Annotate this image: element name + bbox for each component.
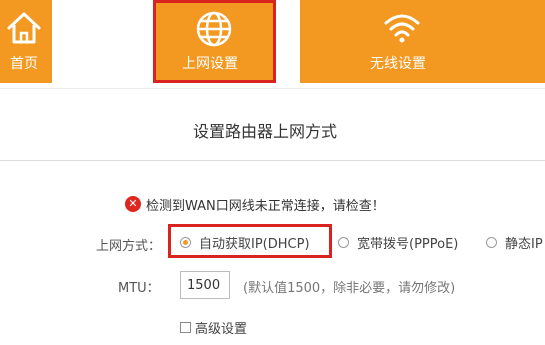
radio-static-ip[interactable]: 静态IP [486, 233, 543, 252]
radio-dhcp-indicator[interactable] [180, 237, 191, 248]
nav-wireless-settings-label: 无线设置 [370, 56, 426, 72]
radio-pppoe-label: 宽带拨号(PPPoE) [357, 237, 459, 252]
nav-internet-settings-label: 上网设置 [182, 56, 238, 72]
radio-pppoe[interactable]: 宽带拨号(PPPoE) [338, 233, 458, 252]
connection-mode-label: 上网方式： [96, 239, 162, 254]
nav-divider [0, 88, 545, 89]
title-divider [0, 160, 545, 161]
nav-internet-settings[interactable]: 上网设置 [153, 0, 276, 83]
radio-static-ip-label: 静态IP [505, 237, 543, 252]
radio-dhcp-label: 自动获取IP(DHCP) [199, 237, 310, 252]
error-text: 检测到WAN口网线未正常连接，请检查！ [146, 198, 385, 214]
globe-icon [196, 11, 232, 47]
wan-error-message: ✕ 检测到WAN口网线未正常连接，请检查！ [125, 194, 385, 214]
nav-home-label: 首页 [10, 56, 38, 72]
advanced-settings-checkbox[interactable] [180, 322, 191, 333]
radio-pppoe-indicator[interactable] [338, 237, 349, 248]
mtu-input[interactable] [180, 271, 230, 299]
radio-dhcp[interactable]: 自动获取IP(DHCP) [180, 233, 310, 252]
mtu-label: MTU： [118, 281, 160, 296]
radio-static-ip-indicator[interactable] [486, 237, 497, 248]
mtu-hint: (默认值1500，除非必要，请勿修改) [243, 281, 456, 296]
wifi-icon [384, 14, 420, 43]
page-title: 设置路由器上网方式 [192, 122, 337, 141]
advanced-settings-toggle[interactable]: 高级设置 [180, 318, 247, 337]
nav-home[interactable]: 首页 [0, 0, 52, 83]
advanced-settings-label: 高级设置 [195, 322, 248, 337]
nav-wireless-settings[interactable]: 无线设置 [300, 0, 545, 83]
error-x-icon: ✕ [125, 196, 141, 212]
house-icon [7, 12, 41, 44]
top-nav: 首页 上网设置 无线设置 [0, 0, 545, 83]
